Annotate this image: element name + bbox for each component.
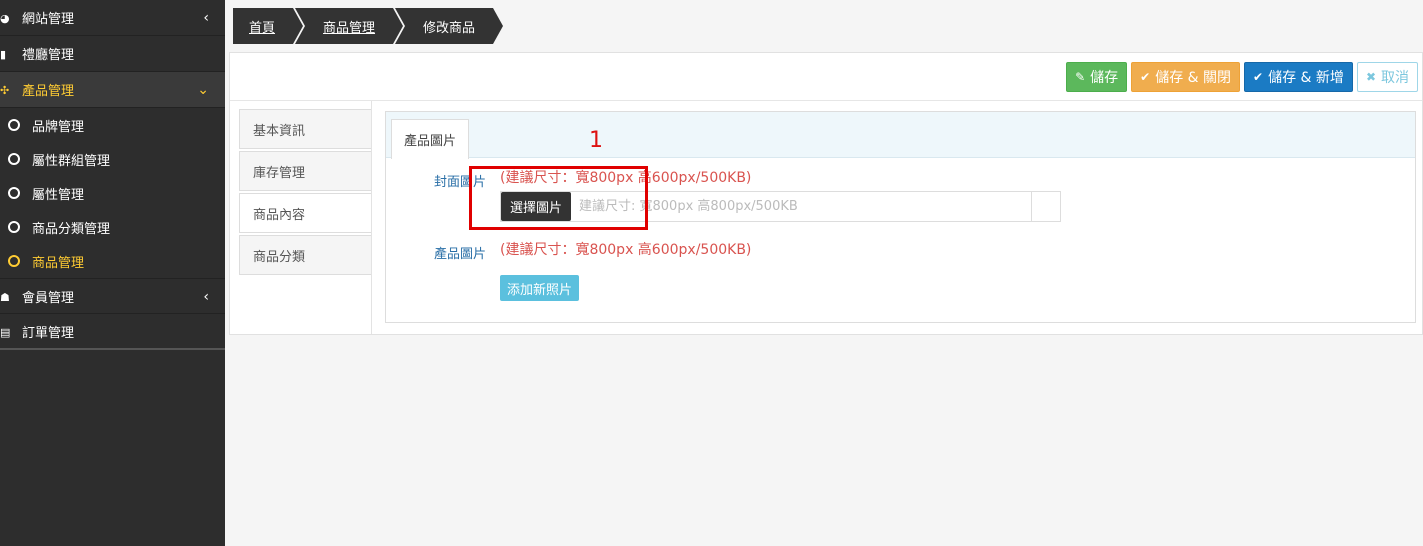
sidebar-subitem-attr-group[interactable]: 屬性群組管理 — [0, 142, 225, 176]
sidebar-subitem-label: 商品分類管理 — [32, 221, 111, 237]
sidebar-item-products[interactable]: ✣ 產品管理 ⌄ — [0, 72, 225, 108]
tab-product-images[interactable]: 產品圖片 — [391, 119, 470, 159]
circle-icon — [8, 119, 20, 131]
action-toolbar: ✎ 儲存 ✔ 儲存 & 關閉 ✔ 儲存 & 新增 ✖ 取消 — [1066, 62, 1418, 92]
circle-icon — [8, 153, 20, 165]
tab-label: 產品圖片 — [404, 134, 457, 149]
sidebar-item-orders[interactable]: ▤ 訂單管理 — [0, 314, 225, 350]
divider — [371, 101, 372, 334]
product-images-section: 產品圖片 封面圖片 (建議尺寸：寬800px 高600px/500KB) 選擇圖… — [385, 111, 1416, 323]
chevron-left-icon: ‹ — [203, 289, 209, 305]
save-close-label: 儲存 & 關閉 — [1155, 70, 1232, 86]
breadcrumb-label: 首頁 — [249, 20, 276, 36]
save-new-button[interactable]: ✔ 儲存 & 新增 — [1244, 62, 1353, 92]
breadcrumb-current: 修改商品 — [395, 8, 506, 44]
edit-icon: ✎ — [1075, 70, 1086, 84]
save-close-button[interactable]: ✔ 儲存 & 關閉 — [1131, 62, 1241, 92]
upload-addon[interactable] — [1031, 192, 1060, 221]
cover-image-path-input[interactable] — [579, 192, 1031, 221]
content-tabbar: 產品圖片 — [386, 112, 1415, 159]
sidebar-subitem-label: 品牌管理 — [32, 119, 85, 135]
building-icon: ▮ — [0, 47, 7, 61]
sidebar-subitem-product[interactable]: 商品管理 — [0, 244, 225, 278]
tab-inventory[interactable]: 庫存管理 — [239, 151, 372, 191]
sidebar-item-hall[interactable]: ▮ 禮廳管理 — [0, 36, 225, 72]
breadcrumb-product-management[interactable]: 商品管理 — [295, 8, 406, 44]
tab-basic-info[interactable]: 基本資訊 — [239, 109, 372, 149]
sidebar-item-members[interactable]: ☗ 會員管理 ‹ — [0, 278, 225, 314]
sidebar-item-label: 會員管理 — [22, 290, 75, 306]
check-icon: ✔ — [1253, 70, 1264, 84]
sidebar-item-label: 產品管理 — [22, 84, 75, 99]
check-icon: ✔ — [1140, 70, 1151, 84]
tab-product-content[interactable]: 商品內容 — [239, 193, 372, 233]
sidebar: ◕ 網站管理 ‹ ▮ 禮廳管理 ✣ 產品管理 ⌄ 品牌管理 屬性群組管理 屬性管… — [0, 0, 225, 546]
file-icon: ▤ — [0, 325, 11, 339]
product-image-hint: (建議尺寸：寬800px 高600px/500KB) — [500, 242, 752, 258]
sidebar-subitem-attr[interactable]: 屬性管理 — [0, 176, 225, 210]
section-tabs: 基本資訊 庫存管理 商品內容 商品分類 — [239, 109, 372, 277]
sidebar-item-website[interactable]: ◕ 網站管理 ‹ — [0, 0, 225, 36]
breadcrumb: 首頁 商品管理 修改商品 — [233, 8, 506, 44]
cancel-button[interactable]: ✖ 取消 — [1356, 62, 1418, 92]
breadcrumb-label: 商品管理 — [323, 20, 376, 36]
breadcrumb-label: 修改商品 — [423, 20, 476, 36]
cover-image-upload: 選擇圖片 — [500, 191, 1061, 222]
globe-icon: ◕ — [0, 11, 10, 25]
sidebar-subitem-brand[interactable]: 品牌管理 — [0, 108, 225, 142]
save-label: 儲存 — [1090, 70, 1119, 86]
add-photo-button[interactable]: 添加新照片 — [500, 275, 580, 301]
sidebar-subitem-label: 屬性群組管理 — [32, 153, 111, 169]
close-icon: ✖ — [1365, 70, 1376, 84]
sidebar-item-label: 訂單管理 — [22, 325, 75, 341]
cancel-label: 取消 — [1381, 70, 1409, 86]
circle-icon — [8, 221, 20, 233]
chevron-down-icon: ⌄ — [197, 82, 209, 98]
tab-label: 庫存管理 — [253, 165, 306, 181]
circle-icon — [8, 187, 20, 199]
sidebar-submenu: 品牌管理 屬性群組管理 屬性管理 商品分類管理 商品管理 — [0, 108, 225, 278]
sidebar-item-label: 禮廳管理 — [22, 48, 75, 63]
sidebar-subitem-category[interactable]: 商品分類管理 — [0, 210, 225, 244]
cover-image-hint: (建議尺寸：寬800px 高600px/500KB) — [500, 170, 752, 186]
cover-image-label: 封面圖片 — [433, 175, 486, 190]
tab-label: 商品分類 — [253, 249, 306, 265]
sidebar-item-label: 網站管理 — [22, 12, 75, 27]
product-image-label: 產品圖片 — [433, 247, 486, 262]
divider — [230, 100, 1422, 101]
edit-product-panel: ✎ 儲存 ✔ 儲存 & 關閉 ✔ 儲存 & 新增 ✖ 取消 基本資訊 庫存管理 … — [229, 52, 1423, 335]
chevron-left-icon: ‹ — [203, 10, 209, 26]
save-button[interactable]: ✎ 儲存 — [1066, 62, 1128, 92]
sidebar-subitem-label: 屬性管理 — [32, 187, 85, 203]
circle-icon — [8, 255, 20, 267]
sidebar-subitem-label: 商品管理 — [32, 255, 85, 271]
annotation-number: 1 — [589, 128, 603, 153]
cubes-icon: ✣ — [0, 83, 10, 97]
choose-image-button[interactable]: 選擇圖片 — [501, 192, 572, 221]
tab-label: 商品內容 — [253, 207, 306, 223]
breadcrumb-home[interactable]: 首頁 — [233, 8, 306, 44]
tab-product-category[interactable]: 商品分類 — [239, 235, 372, 275]
users-icon: ☗ — [0, 290, 10, 304]
tab-label: 基本資訊 — [253, 123, 306, 139]
save-new-label: 儲存 & 新增 — [1268, 70, 1344, 86]
